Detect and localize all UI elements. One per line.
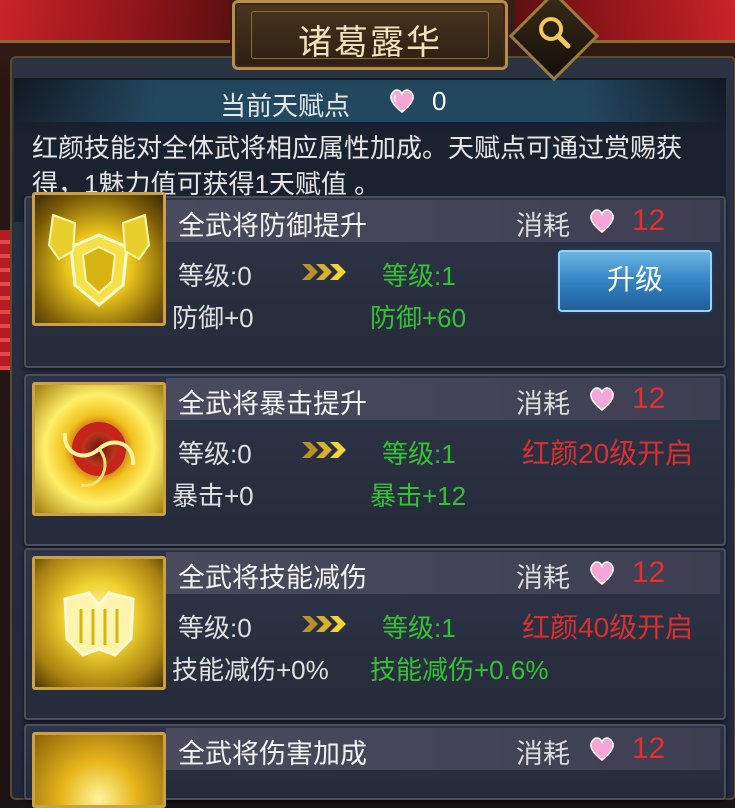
level-current: 等级:0 <box>178 439 252 469</box>
pink-heart-icon <box>590 387 614 411</box>
cost-value: 12 <box>632 732 666 765</box>
cost-label: 消耗 <box>516 389 570 419</box>
cost-label: 消耗 <box>516 563 570 593</box>
level-current: 等级:0 <box>178 261 252 291</box>
talent-label: 当前天赋点 <box>220 91 351 121</box>
talent-bar <box>14 80 726 122</box>
skill-name: 全武将防御提升 <box>178 211 367 241</box>
stat-current: 技能减伤+0% <box>172 655 329 685</box>
pink-heart-icon <box>590 209 614 233</box>
cost-value: 12 <box>632 556 666 589</box>
unlock-requirement: 红颜20级开启 <box>522 438 694 469</box>
skill-card-defense: 全武将防御提升 消耗 12 等级:0 等级:1 防御+0 防御+60 升级 <box>24 192 726 368</box>
pink-heart-icon <box>590 737 614 761</box>
pink-heart-icon <box>590 561 614 585</box>
unlock-requirement: 红颜40级开启 <box>522 612 694 643</box>
level-next: 等级:1 <box>382 261 456 291</box>
stat-current: 防御+0 <box>172 303 254 333</box>
cost-label: 消耗 <box>516 211 570 241</box>
curtain-left <box>0 0 230 43</box>
skill-name: 全武将暴击提升 <box>178 389 367 419</box>
level-current: 等级:0 <box>178 613 252 643</box>
page-title: 诸葛露华 <box>298 24 442 62</box>
pink-heart-icon <box>390 89 414 113</box>
skill-card-skill-reduction: 全武将技能减伤 消耗 12 等级:0 等级:1 技能减伤+0% 技能减伤+0.6… <box>24 548 726 720</box>
stat-next: 防御+60 <box>370 303 467 333</box>
arrow-right-icon <box>302 264 346 280</box>
level-next: 等级:1 <box>382 439 456 469</box>
upgrade-button[interactable]: 升级 <box>558 250 712 312</box>
skill-name: 全武将伤害加成 <box>178 739 367 769</box>
stat-current: 暴击+0 <box>172 481 254 511</box>
talent-value: 0 <box>432 86 447 116</box>
skill-card-critical: 全武将暴击提升 消耗 12 等级:0 等级:1 暴击+0 暴击+12 红颜20级… <box>24 374 726 546</box>
cost-label: 消耗 <box>516 739 570 769</box>
arrow-right-icon <box>302 442 346 458</box>
title-plaque: 诸葛露华 <box>232 0 508 70</box>
magnifier-icon[interactable] <box>534 12 574 52</box>
cost-value: 12 <box>632 204 666 237</box>
skill-card-damage: 全武将伤害加成 消耗 12 <box>24 724 726 808</box>
arrow-right-icon <box>302 616 346 632</box>
stat-next: 暴击+12 <box>370 481 467 511</box>
flame-icon <box>32 732 166 808</box>
level-next: 等级:1 <box>382 613 456 643</box>
armor-icon <box>32 556 166 690</box>
stat-next: 技能减伤+0.6% <box>370 655 549 685</box>
shield-icon <box>32 192 166 326</box>
skill-name: 全武将技能减伤 <box>178 563 367 593</box>
vortex-icon <box>32 382 166 516</box>
cost-value: 12 <box>632 382 666 415</box>
